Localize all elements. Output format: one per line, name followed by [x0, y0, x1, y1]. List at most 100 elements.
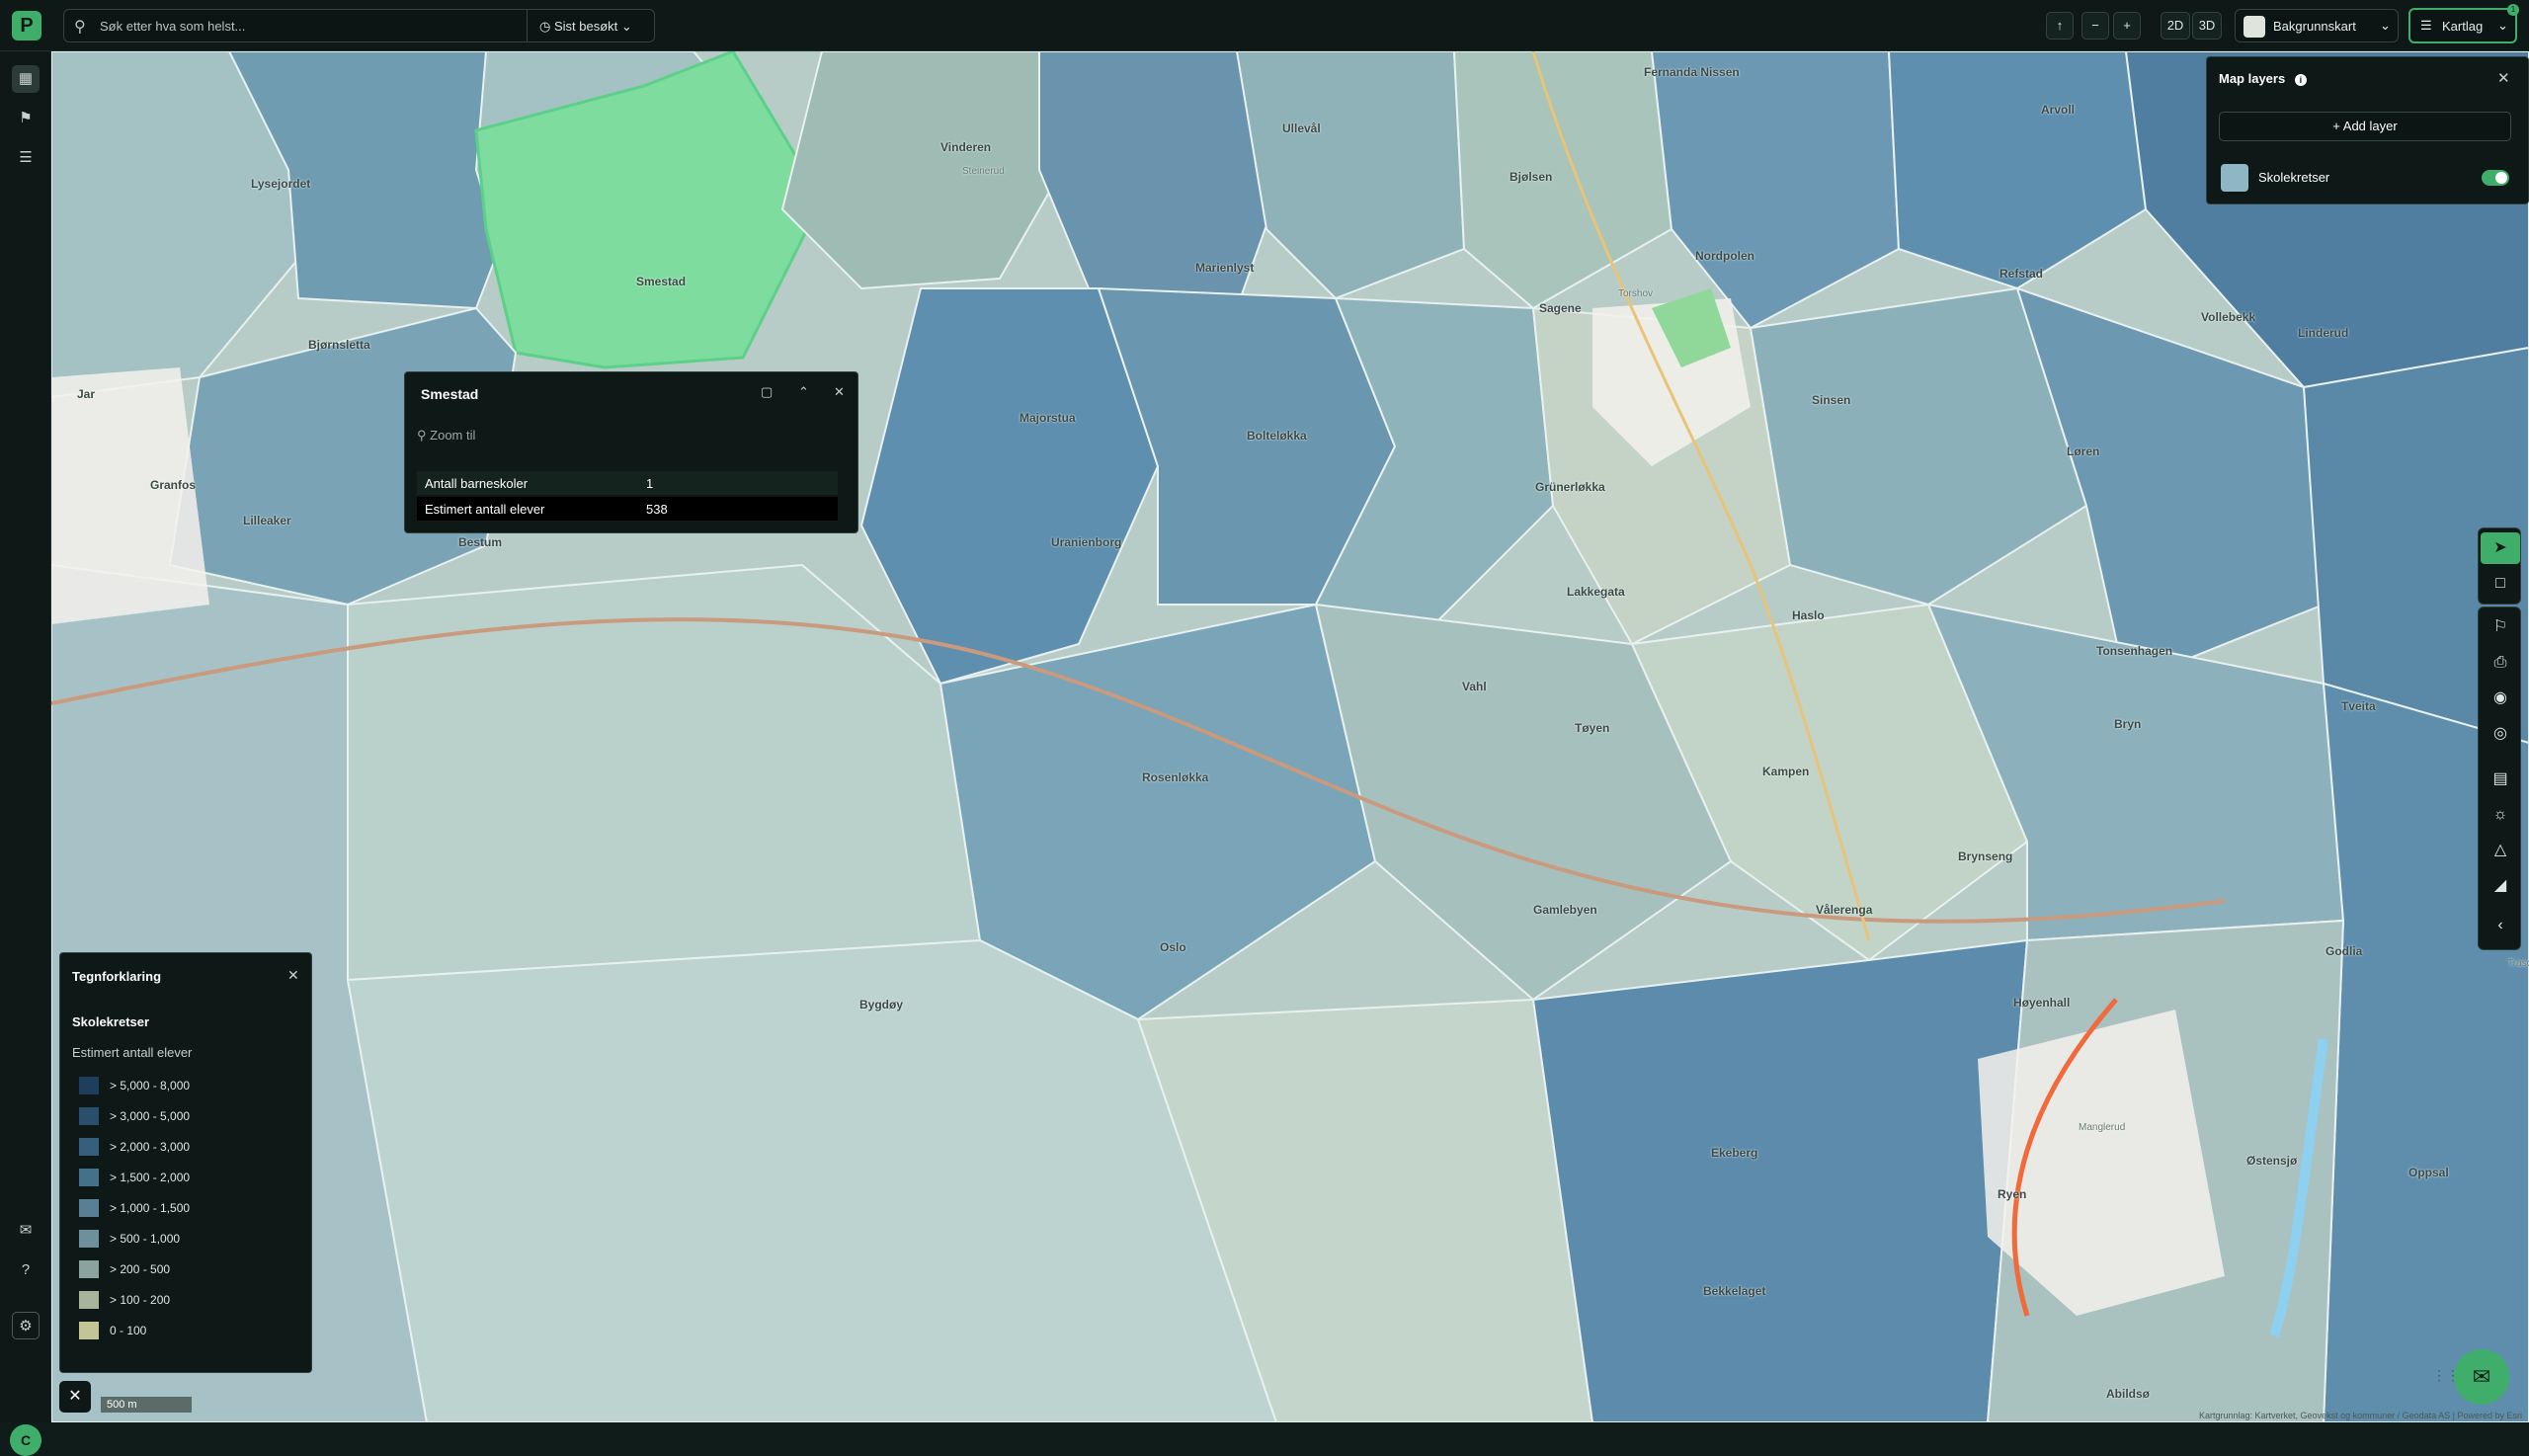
legend-item: > 5,000 - 8,000	[78, 1074, 295, 1097]
bookmark-icon[interactable]: ⚐	[2481, 611, 2520, 643]
basemap-gallery-icon[interactable]: ▤	[2481, 764, 2520, 795]
map-attribution: Kartgrunnlag: Kartverket, Geovekst og ko…	[2199, 1411, 2522, 1420]
chevron-down-icon: ⌄	[2497, 18, 2508, 33]
print-icon[interactable]: ⎙	[2481, 647, 2520, 679]
attribute-value: 538	[646, 502, 668, 517]
map-label: Majorstua	[1020, 411, 1076, 425]
help-icon[interactable]: ?	[12, 1256, 40, 1284]
locate-icon[interactable]: ◎	[2481, 718, 2520, 750]
view-2d-button[interactable]: 2D	[2161, 12, 2190, 40]
search-input[interactable]: Søk etter hva som helst...	[100, 19, 245, 34]
camera-icon[interactable]: ◉	[2481, 683, 2520, 714]
layer-name: Skolekretser	[2258, 170, 2330, 185]
legend-label: > 5,000 - 8,000	[110, 1079, 191, 1092]
legend-label: > 1,500 - 2,000	[110, 1171, 191, 1184]
layers-button[interactable]: ☰ Kartlag ⌄ 1	[2408, 4, 2519, 43]
map-label: Bygdøy	[859, 998, 904, 1011]
plus-icon: +	[2332, 119, 2340, 133]
close-icon[interactable]: ✕	[287, 967, 299, 984]
legend-swatch	[78, 1198, 100, 1218]
legend-label: > 100 - 200	[110, 1293, 171, 1307]
chat-button[interactable]: ✉	[2454, 1349, 2509, 1405]
attribute-value: 1	[646, 476, 654, 491]
layers-icon: ☰	[2420, 18, 2432, 33]
pointer-icon[interactable]: ➤	[2481, 532, 2520, 564]
map-label: Bjørnsletta	[308, 338, 370, 352]
popup-title: Smestad	[421, 386, 479, 402]
collapse-toolbar-icon[interactable]: ‹	[2481, 910, 2520, 941]
legend-item: > 1,000 - 1,500	[78, 1196, 295, 1220]
map-label: Torshov	[1618, 288, 1654, 299]
map-label: Haslo	[1792, 608, 1825, 622]
map-label: Manglerud	[2079, 1122, 2126, 1133]
close-icon[interactable]: ✕	[834, 384, 845, 400]
daylight-icon[interactable]: ☼	[2481, 799, 2520, 831]
map-label: Lysejordet	[251, 177, 311, 191]
map-label: Trasop	[2507, 958, 2529, 969]
measure-icon[interactable]: △	[2481, 835, 2520, 866]
legend-swatch	[78, 1168, 100, 1187]
map-label: Tøyen	[1575, 721, 1610, 735]
map-label: Gamlebyen	[1533, 903, 1597, 917]
view-3d-button[interactable]: 3D	[2192, 12, 2222, 40]
compass-button[interactable]: ↑	[2046, 12, 2074, 40]
comment-icon[interactable]: ✉	[12, 1217, 40, 1245]
settings-icon[interactable]: ⚙	[12, 1312, 40, 1339]
recent-dropdown[interactable]: ◷ Sist besøkt ⌄	[527, 9, 655, 42]
legend-item: > 500 - 1,000	[78, 1227, 295, 1251]
user-avatar[interactable]: C	[10, 1424, 41, 1456]
search-box[interactable]: ⚲ Søk etter hva som helst...	[63, 9, 528, 42]
map-label: Kampen	[1762, 765, 1810, 778]
add-layer-label: Add layer	[2342, 119, 2398, 133]
layers-count-badge: 1	[2507, 4, 2519, 16]
dock-icon[interactable]: ▢	[761, 384, 773, 400]
map-label: Vahl	[1462, 680, 1487, 693]
attribute-row: Estimert antall elever 538	[417, 497, 838, 521]
app-logo[interactable]: P	[12, 11, 41, 40]
attribute-key: Antall barneskoler	[425, 476, 529, 491]
attribute-key: Estimert antall elever	[425, 502, 545, 517]
map-label: Bekkelaget	[1703, 1284, 1766, 1298]
chevron-down-icon: ⌄	[620, 19, 632, 34]
attribute-row: Antall barneskoler 1	[417, 471, 838, 495]
map-nav-icon[interactable]: ▦	[12, 65, 40, 93]
zoom-out-button[interactable]: −	[2081, 12, 2109, 40]
legend-swatch	[78, 1290, 100, 1310]
district[interactable]	[1531, 938, 2029, 1422]
legend-item: > 3,000 - 5,000	[78, 1104, 295, 1128]
map-label: Nordpolen	[1695, 249, 1754, 263]
map-tools: ⚐ ⎙ ◉ ◎ ▤ ☼ △ ◢ ‹	[2478, 607, 2521, 950]
map-canvas[interactable]: Smestad Vinderen Ullevål Fernanda Nissen…	[51, 51, 2529, 1422]
list-icon[interactable]: ☰	[12, 144, 40, 172]
map-label: Lakkegata	[1567, 585, 1625, 599]
collapse-icon[interactable]: ⌃	[798, 384, 809, 400]
map-layers-panel: Map layers i ✕ + Add layer Skolekretser	[2206, 56, 2529, 204]
layers-panel-title-text: Map layers	[2219, 71, 2286, 86]
layers-label: Kartlag	[2442, 19, 2484, 34]
legend-item: > 100 - 200	[78, 1288, 295, 1312]
rectangle-select-icon[interactable]: □	[2481, 568, 2520, 600]
map-label: Jar	[77, 387, 96, 401]
zoom-in-button[interactable]: +	[2113, 12, 2141, 40]
layer-thumbnail	[2221, 164, 2248, 192]
legend-title: Tegnforklaring	[72, 969, 162, 984]
map-label: Uranienborg	[1051, 535, 1122, 549]
legend-swatch	[78, 1321, 100, 1340]
recent-label: Sist besøkt	[553, 19, 618, 34]
tag-icon[interactable]: ⚑	[12, 105, 40, 132]
add-layer-button[interactable]: + Add layer	[2219, 112, 2511, 141]
map-label: Oslo	[1160, 940, 1186, 954]
map-label: Linderud	[2298, 326, 2349, 340]
legend-label: > 200 - 500	[110, 1262, 171, 1276]
map-label: Bryn	[2114, 717, 2142, 731]
measure-area-icon[interactable]: ◢	[2481, 870, 2520, 902]
info-icon[interactable]: i	[2294, 74, 2307, 86]
zoom-to-button[interactable]: ⚲ Zoom til	[417, 428, 475, 444]
layer-visibility-toggle[interactable]	[2482, 170, 2509, 186]
chevron-down-icon: ⌄	[2380, 18, 2391, 33]
close-icon[interactable]: ✕	[2497, 69, 2510, 87]
search-icon: ⚲	[74, 19, 86, 36]
close-icon[interactable]: ✕	[59, 1381, 91, 1413]
legend-field-name: Estimert antall elever	[72, 1045, 193, 1060]
basemap-button[interactable]: Bakgrunnskart ⌄	[2235, 9, 2399, 42]
